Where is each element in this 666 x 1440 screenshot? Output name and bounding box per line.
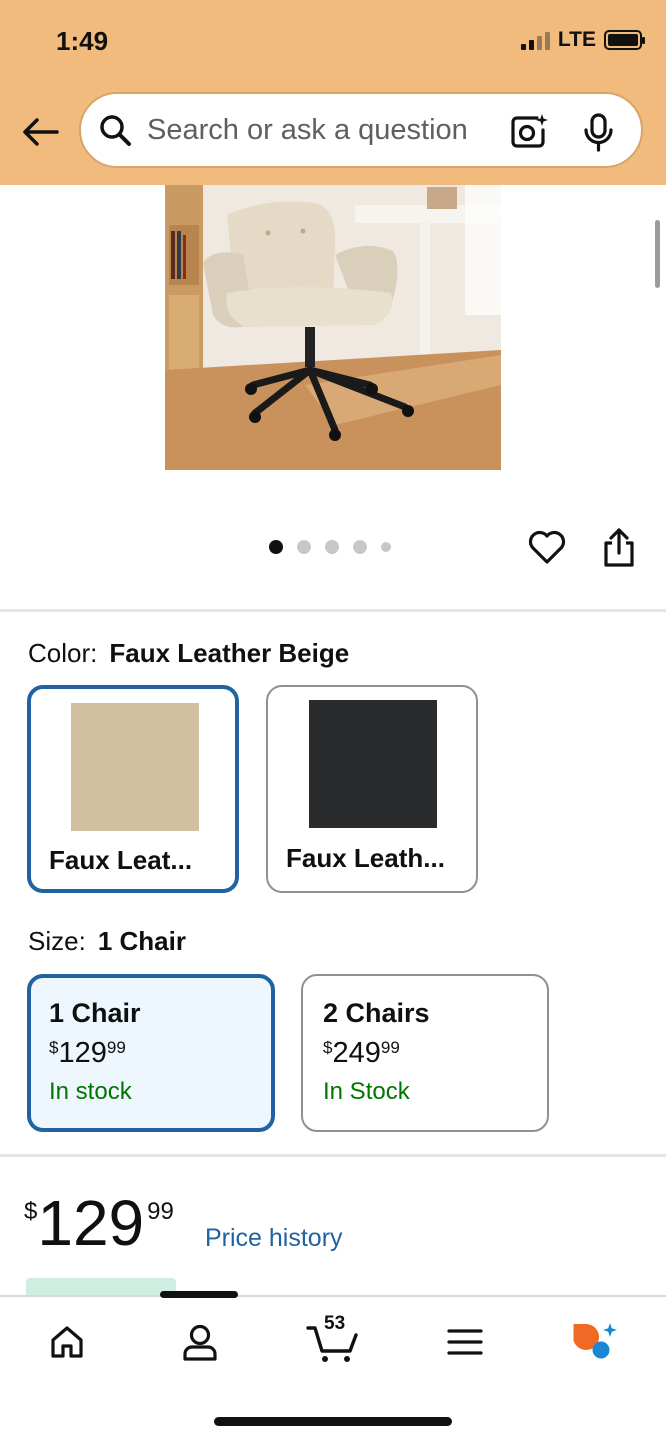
color-label-row: Color: Faux Leather Beige	[28, 638, 349, 669]
share-icon[interactable]	[600, 527, 638, 569]
carousel-dot[interactable]	[269, 540, 283, 554]
color-option-black[interactable]: Faux Leath...	[266, 685, 478, 893]
nav-account[interactable]	[175, 1317, 225, 1367]
color-swatch-beige	[71, 703, 199, 831]
search-input[interactable]	[147, 113, 487, 147]
network-label: LTE	[557, 28, 596, 51]
drag-handle[interactable]	[160, 1291, 238, 1298]
home-icon	[51, 1326, 83, 1358]
nav-home[interactable]	[42, 1317, 92, 1367]
section-divider	[0, 1154, 666, 1157]
section-divider	[0, 609, 666, 612]
size-option-1-chair[interactable]: 1 Chair $12999 In stock	[27, 974, 275, 1132]
wishlist-heart-icon[interactable]	[527, 527, 567, 567]
carousel-dot[interactable]	[381, 542, 391, 552]
battery-icon	[604, 30, 645, 50]
bottom-nav: 53	[0, 1291, 666, 1440]
home-indicator[interactable]	[214, 1417, 452, 1426]
price-history-link[interactable]: Price history	[205, 1224, 343, 1253]
scrollbar[interactable]	[655, 220, 660, 288]
product-price: $ 129 99	[24, 1187, 174, 1259]
image-carousel-dots[interactable]	[269, 540, 391, 554]
signal-icon	[520, 30, 550, 50]
nav-menu[interactable]	[440, 1317, 490, 1367]
size-option-price: $24999	[323, 1037, 400, 1069]
color-option-beige[interactable]: Faux Leat...	[27, 685, 239, 893]
size-option-title: 2 Chairs	[323, 998, 430, 1028]
search-bar[interactable]	[79, 92, 643, 168]
hamburger-menu-icon	[447, 1329, 483, 1355]
size-option-stock: In Stock	[323, 1078, 410, 1105]
person-icon	[183, 1324, 217, 1361]
header: 1:49 LTE	[0, 0, 666, 185]
nav-rufus-assistant[interactable]	[570, 1317, 620, 1367]
carousel-dot[interactable]	[353, 540, 367, 554]
microphone-icon[interactable]	[579, 112, 619, 152]
size-label: Size:	[28, 926, 86, 956]
selected-size: 1 Chair	[97, 926, 186, 956]
color-option-label: Faux Leath...	[286, 843, 445, 873]
arrow-left-icon	[23, 118, 59, 146]
back-button[interactable]	[18, 110, 62, 154]
size-option-price: $12999	[49, 1037, 126, 1069]
cart-count-badge: 53	[324, 1313, 346, 1334]
size-option-title: 1 Chair	[49, 998, 141, 1028]
search-icon	[97, 112, 133, 148]
size-option-stock: In stock	[49, 1078, 132, 1105]
carousel-dot[interactable]	[297, 540, 311, 554]
size-label-row: Size: 1 Chair	[28, 926, 186, 957]
carousel-dot[interactable]	[325, 540, 339, 554]
product-image[interactable]	[165, 185, 501, 470]
color-label: Color:	[28, 638, 98, 668]
rufus-ai-icon	[573, 1323, 617, 1359]
camera-lens-icon[interactable]	[509, 112, 549, 152]
selected-color: Faux Leather Beige	[109, 638, 350, 668]
status-icons: LTE	[520, 28, 645, 52]
color-option-label: Faux Leat...	[49, 845, 193, 875]
status-time: 1:49	[56, 26, 109, 56]
size-option-2-chairs[interactable]: 2 Chairs $24999 In Stock	[301, 974, 549, 1132]
color-swatch-black	[309, 700, 437, 828]
